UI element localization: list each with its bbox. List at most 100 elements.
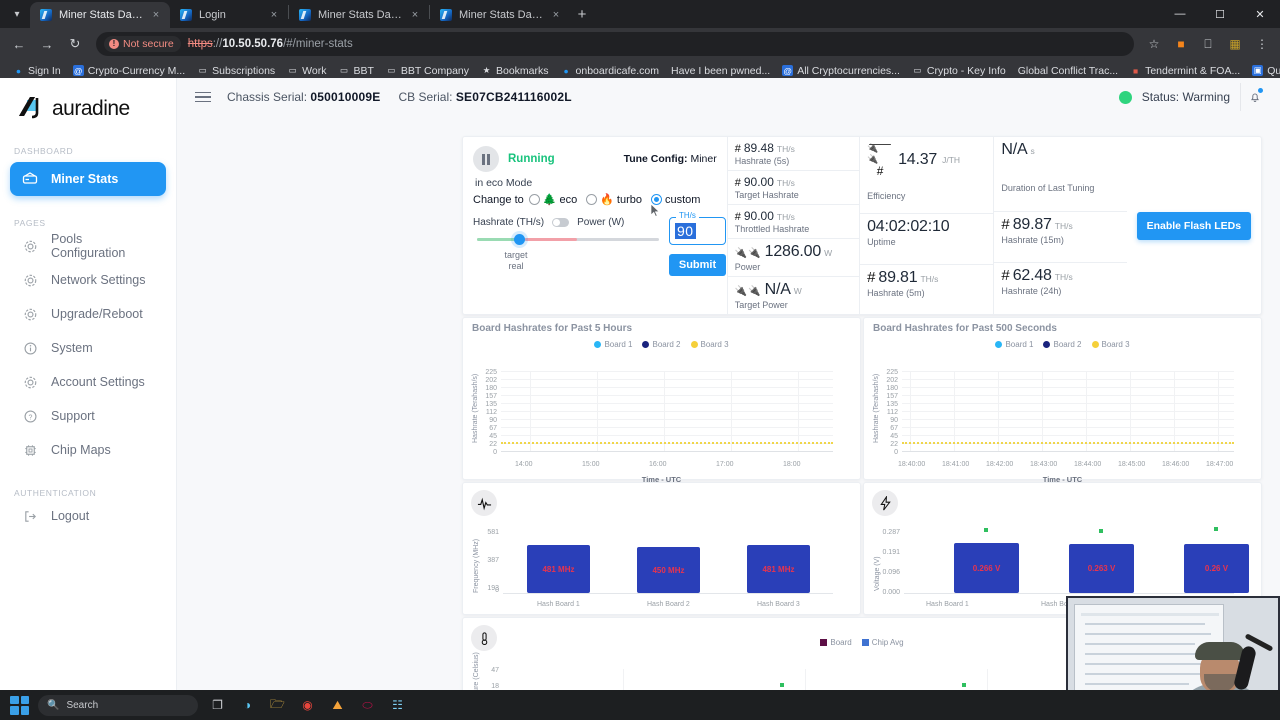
extension-wallet-icon[interactable]: ▦ (1223, 32, 1247, 56)
app-icon[interactable]: ⛰ (327, 695, 348, 716)
bar-hash-board-2: 0.263 V (1069, 544, 1134, 593)
browser-tab-1[interactable]: Login × (170, 2, 288, 28)
tab-close-icon[interactable]: × (409, 9, 421, 21)
bookmark-item[interactable]: ★ Bookmarks (476, 63, 554, 79)
mode-option-eco[interactable]: 🌲 eco (528, 193, 577, 206)
notes-icon[interactable]: ☷ (387, 695, 408, 716)
notifications-button[interactable] (1240, 83, 1268, 111)
mode-option-turbo[interactable]: 🔥 turbo (586, 193, 642, 206)
legend-item-chip-avg[interactable]: Chip Avg (861, 638, 904, 647)
sidebar-item-support[interactable]: ? Support (10, 400, 166, 432)
browser-menu-icon[interactable]: ⋮ (1250, 32, 1274, 56)
bookmark-folder[interactable]: ▭ Work (282, 63, 331, 79)
menu-toggle-icon[interactable] (195, 89, 211, 106)
sidebar-item-pools-configuration[interactable]: Pools Configuration (10, 230, 166, 262)
tab-search-chevron-down-icon[interactable]: ▾ (4, 0, 30, 28)
bookmark-item[interactable]: ■ Tendermint & FOA... (1125, 63, 1245, 79)
file-explorer-icon[interactable]: 🗁 (267, 695, 288, 716)
sidebar-item-network-settings[interactable]: Network Settings (10, 264, 166, 296)
extension-metamask-icon[interactable]: ■ (1169, 32, 1193, 56)
legend-item-board2[interactable]: Board 2 (642, 340, 681, 349)
new-tab-button[interactable]: + (570, 2, 594, 26)
tune-and-stats-card: Running Tune Config: Miner in eco Mode C… (462, 136, 1262, 315)
opera-icon[interactable]: ⬭ (357, 695, 378, 716)
chrome-icon[interactable]: ◉ (297, 695, 318, 716)
sidebar-item-chip-maps[interactable]: Chip Maps (10, 434, 166, 466)
tab-close-icon[interactable]: × (150, 9, 162, 21)
tune-header: Running Tune Config: Miner (473, 146, 717, 172)
back-icon[interactable]: ← (6, 31, 32, 57)
stat-unit: W (824, 248, 833, 258)
enable-flash-leds-button[interactable]: Enable Flash LEDs (1136, 211, 1252, 240)
hashrate-power-toggle[interactable] (552, 218, 570, 227)
legend-item-board3[interactable]: Board 3 (1091, 340, 1130, 349)
browser-tab-3[interactable]: Miner Stats Dashboard × (430, 2, 570, 28)
bookmark-item[interactable]: @ Crypto-Currency M... (68, 63, 190, 79)
browser-tab-0[interactable]: Miner Stats Dashboard × (30, 2, 170, 28)
browser-toolbar: ← → ↻ ! Not secure https://10.50.50.76/#… (0, 28, 1280, 60)
task-view-icon[interactable]: ❐ (207, 695, 228, 716)
bar-value-label: 0.26 V (1204, 564, 1229, 573)
bookmark-folder[interactable]: ▭ Subscriptions (192, 63, 280, 79)
y-tick: 135 (886, 401, 898, 408)
bookmark-folder[interactable]: ▭ Crypto - Key Info (907, 63, 1011, 79)
start-button-icon[interactable] (10, 695, 29, 715)
legend-item-board1[interactable]: Board 1 (594, 340, 632, 349)
tab-close-icon[interactable]: × (268, 9, 280, 21)
reload-icon[interactable]: ↻ (62, 31, 88, 57)
copilot-icon[interactable]: ◑ (237, 695, 258, 716)
radio-turbo[interactable] (586, 194, 598, 205)
target-value-field[interactable]: TH/s 90 (669, 211, 726, 245)
x-tick: 18:45:00 (1118, 461, 1146, 468)
pause-icon[interactable] (473, 146, 499, 172)
sidebar-item-miner-stats[interactable]: Miner Stats (10, 162, 166, 196)
browser-tab-2[interactable]: Miner Stats Dashboard × (289, 2, 429, 28)
marker-hash-board-2 (1099, 529, 1103, 533)
legend-item-board3[interactable]: Board 3 (690, 340, 729, 349)
sidebar-item-system[interactable]: System (10, 332, 166, 364)
extension-puzzle-icon[interactable]: ⎕ (1196, 32, 1220, 56)
slider-knob[interactable] (514, 234, 525, 245)
bookmark-star-icon[interactable]: ☆ (1142, 32, 1166, 56)
sidebar-item-logout[interactable]: Logout (10, 500, 166, 532)
legend-item-board2[interactable]: Board 2 (1043, 340, 1082, 349)
bookmark-item[interactable]: ● Sign In (8, 63, 66, 79)
cb-serial-value: SE07CB241116002L (455, 90, 572, 104)
legend-label: Board 2 (1053, 340, 1082, 349)
bookmark-item[interactable]: @ All Cryptocurrencies... (777, 63, 905, 79)
minimize-button[interactable]: — (1160, 0, 1200, 28)
chart-legend: Board 1 Board 2 Board 3 (864, 340, 1261, 349)
bookmark-item[interactable]: Have I been pwned... (666, 63, 775, 79)
sidebar-item-label: System (51, 341, 93, 355)
bookmark-label: BBT Company (400, 64, 469, 77)
close-window-button[interactable]: ✕ (1240, 0, 1280, 28)
tab-title: Miner Stats Dashboard (318, 9, 402, 21)
y-tick: 18 (491, 683, 499, 690)
sidebar-item-account-settings[interactable]: Account Settings (10, 366, 166, 398)
y-tick: 202 (485, 377, 497, 384)
tab-close-icon[interactable]: × (550, 9, 562, 21)
maximize-button[interactable]: ☐ (1200, 0, 1240, 28)
bookmark-item[interactable]: ● onboardicafe.com (556, 63, 664, 79)
y-tick: 0 (493, 449, 497, 456)
bookmark-item[interactable]: Global Conflict Trac... (1013, 63, 1123, 79)
forward-icon[interactable]: → (34, 31, 60, 57)
hash-icon: # (734, 143, 741, 155)
target-input-value[interactable]: 90 (675, 223, 696, 239)
address-bar[interactable]: ! Not secure https://10.50.50.76/#/miner… (96, 32, 1134, 56)
change-to-label: Change to (473, 193, 524, 206)
legend-item-board1[interactable]: Board 1 (995, 340, 1033, 349)
bookmark-folder[interactable]: ▭ BBT Company (381, 63, 474, 79)
sidebar-item-upgrade-reboot[interactable]: Upgrade/Reboot (10, 298, 166, 330)
taskbar-search[interactable]: 🔍 Search (38, 694, 198, 716)
radio-eco[interactable] (528, 194, 540, 205)
submit-button[interactable]: Submit (669, 254, 726, 276)
not-secure-badge[interactable]: ! Not secure (104, 36, 181, 52)
bookmark-folder[interactable]: ▭ BBT (333, 63, 378, 79)
bookmark-favicon-icon: ● (15, 65, 22, 76)
brand-logo[interactable]: auradine (0, 78, 176, 124)
bar-hash-board-3: 481 MHz (747, 545, 810, 593)
bookmark-item[interactable]: ▣Quantstamp : The P... (1247, 63, 1280, 79)
legend-item-board[interactable]: Board (820, 638, 852, 647)
y-tick: 157 (485, 393, 497, 400)
